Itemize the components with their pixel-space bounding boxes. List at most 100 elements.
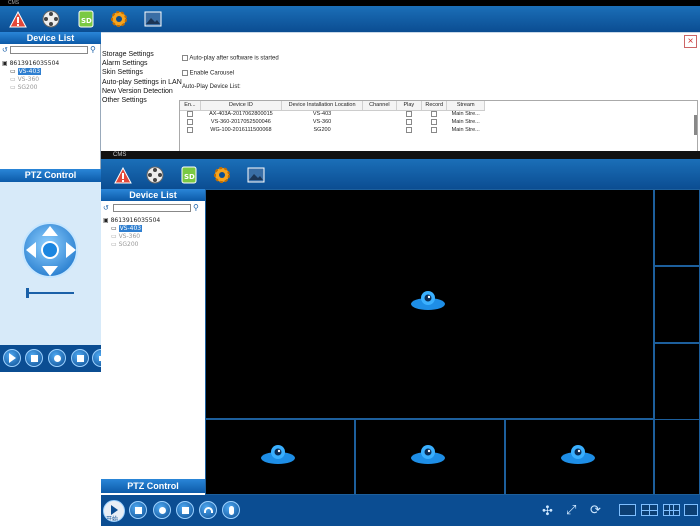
carousel-checkbox-row[interactable]: Enable Carousel: [182, 70, 234, 77]
carousel-checkbox[interactable]: [182, 70, 188, 76]
col-play[interactable]: Play: [396, 101, 423, 111]
ptz-up-arrow-icon[interactable]: [42, 226, 58, 236]
autoplay-checkbox-label: Auto-play after software is started: [189, 55, 279, 62]
front-title-bar: CMS: [101, 151, 700, 159]
play-checkbox[interactable]: [405, 111, 412, 118]
col-record[interactable]: Record: [421, 101, 448, 111]
record-checkbox[interactable]: [431, 111, 438, 118]
col-enable[interactable]: En...: [180, 101, 201, 111]
sd-card-icon[interactable]: SD: [179, 165, 199, 185]
col-channel[interactable]: Channel: [362, 101, 397, 111]
record-checkbox[interactable]: [431, 126, 438, 133]
layout-9-button[interactable]: [663, 504, 680, 516]
warning-icon[interactable]: [8, 9, 28, 29]
enable-checkbox[interactable]: [187, 118, 194, 125]
autoplay-device-table: En... Device ID Device Installation Loca…: [179, 100, 698, 152]
front-device-search-bar: ↺ ⚲: [101, 203, 205, 213]
stop-icon[interactable]: [129, 501, 147, 519]
front-device-search-input[interactable]: [113, 204, 191, 212]
ptz-down-arrow-icon[interactable]: [42, 266, 58, 276]
gear-icon[interactable]: [212, 165, 232, 185]
layout-1-button[interactable]: [619, 504, 636, 516]
menu-alarm-settings[interactable]: Alarm Settings: [102, 59, 180, 68]
ptz-right-arrow-icon[interactable]: [66, 242, 76, 258]
tree-root[interactable]: ▣ 8613916035504: [2, 60, 98, 68]
ptz-speed-slider[interactable]: [26, 288, 74, 298]
slider-handle[interactable]: [26, 288, 29, 298]
cell-device-id: VS-360-2017052500046: [210, 119, 271, 125]
tree-item[interactable]: ▭ SG200: [2, 84, 98, 92]
play-icon[interactable]: [3, 349, 21, 367]
table-scrollbar[interactable]: [694, 115, 697, 135]
refresh-icon[interactable]: ⟳: [590, 502, 601, 518]
menu-skin-settings[interactable]: Skin Settings: [102, 68, 180, 77]
menu-version-detection[interactable]: New Version Detection: [102, 87, 180, 96]
video-cell[interactable]: [654, 419, 700, 495]
fisheye-move-icon[interactable]: ✣: [542, 503, 553, 519]
tree-item[interactable]: ▭ VS-403: [2, 68, 98, 76]
search-icon[interactable]: ⚲: [90, 45, 96, 54]
stop-all-icon[interactable]: [176, 501, 194, 519]
table-row[interactable]: VS-360-2017052500046 VS-360 Main Stre...: [180, 118, 485, 126]
tree-root[interactable]: ▣ 8613916035504: [103, 217, 201, 225]
image-icon[interactable]: [143, 9, 163, 29]
headphones-icon[interactable]: [199, 501, 217, 519]
menu-other-settings[interactable]: Other Settings: [102, 96, 180, 105]
stop-all-icon[interactable]: [71, 349, 89, 367]
front-bottom-bar: 开始 ✣ ⤢ ⟳: [101, 495, 700, 526]
microphone-icon[interactable]: [222, 501, 240, 519]
back-device-search-bar: ↺ ⚲: [0, 45, 101, 55]
table-row[interactable]: AX-403A-2017062800015 VS-403 Main Stre..…: [180, 110, 485, 118]
refresh-icon[interactable]: ↺: [2, 46, 8, 54]
back-device-search-input[interactable]: [10, 46, 88, 54]
tree-item-label: VS-360: [17, 76, 40, 83]
sd-card-icon[interactable]: SD: [76, 9, 96, 29]
svg-text:SD: SD: [184, 173, 195, 181]
warning-icon[interactable]: [113, 165, 133, 185]
play-checkbox[interactable]: [405, 118, 412, 125]
image-icon[interactable]: [246, 165, 266, 185]
ptz-left-arrow-icon[interactable]: [26, 242, 36, 258]
video-cell[interactable]: [654, 266, 700, 343]
video-cell[interactable]: [654, 189, 700, 266]
menu-autoplay-settings[interactable]: Auto-play Settings in LAN: [102, 78, 182, 87]
layout-4-button[interactable]: [641, 504, 658, 516]
close-icon[interactable]: ×: [684, 35, 697, 48]
col-device-id[interactable]: Device ID: [200, 101, 282, 111]
autoplay-list-label: Auto-Play Device List:: [182, 84, 241, 90]
tree-item[interactable]: ▭ VS-360: [2, 76, 98, 84]
layout-16-button[interactable]: [684, 504, 698, 516]
tree-item-label: SG200: [118, 241, 139, 248]
cell-location: VS-403: [312, 111, 332, 118]
enable-checkbox[interactable]: [187, 126, 194, 133]
front-toolbar: SD: [101, 159, 700, 189]
ptz-direction-pad[interactable]: [22, 222, 78, 278]
start-button[interactable]: 开始: [103, 500, 125, 522]
table-row[interactable]: WG-100-2016111500068 SG200 Main Stre...: [180, 126, 485, 134]
cell-stream[interactable]: Main Stre...: [447, 118, 485, 126]
play-checkbox[interactable]: [405, 126, 412, 133]
tree-root-label: 8613916035504: [9, 60, 60, 67]
col-location[interactable]: Device Installation Location: [281, 101, 364, 111]
cell-stream[interactable]: Main Stre...: [447, 126, 485, 134]
fullscreen-icon[interactable]: ⤢: [566, 502, 576, 518]
record-checkbox[interactable]: [431, 118, 438, 125]
film-reel-icon[interactable]: [41, 9, 61, 29]
refresh-icon[interactable]: ↺: [103, 204, 109, 212]
menu-storage-settings[interactable]: Storage Settings: [102, 50, 180, 59]
col-stream[interactable]: Stream: [446, 101, 485, 111]
stop-icon[interactable]: [25, 349, 43, 367]
enable-checkbox[interactable]: [187, 111, 194, 118]
tree-item[interactable]: ▭ VS-403: [103, 225, 201, 233]
record-icon[interactable]: [153, 501, 171, 519]
tree-item[interactable]: ▭ SG200: [103, 241, 201, 249]
video-cell[interactable]: [654, 343, 700, 420]
film-reel-icon[interactable]: [145, 165, 165, 185]
autoplay-checkbox[interactable]: [182, 55, 188, 61]
record-icon[interactable]: [48, 349, 66, 367]
tree-item[interactable]: ▭ VS-360: [103, 233, 201, 241]
gear-icon[interactable]: [109, 9, 129, 29]
autoplay-checkbox-row[interactable]: Auto-play after software is started: [182, 55, 279, 62]
cell-stream[interactable]: Main Stre...: [447, 110, 485, 118]
search-icon[interactable]: ⚲: [193, 203, 199, 212]
